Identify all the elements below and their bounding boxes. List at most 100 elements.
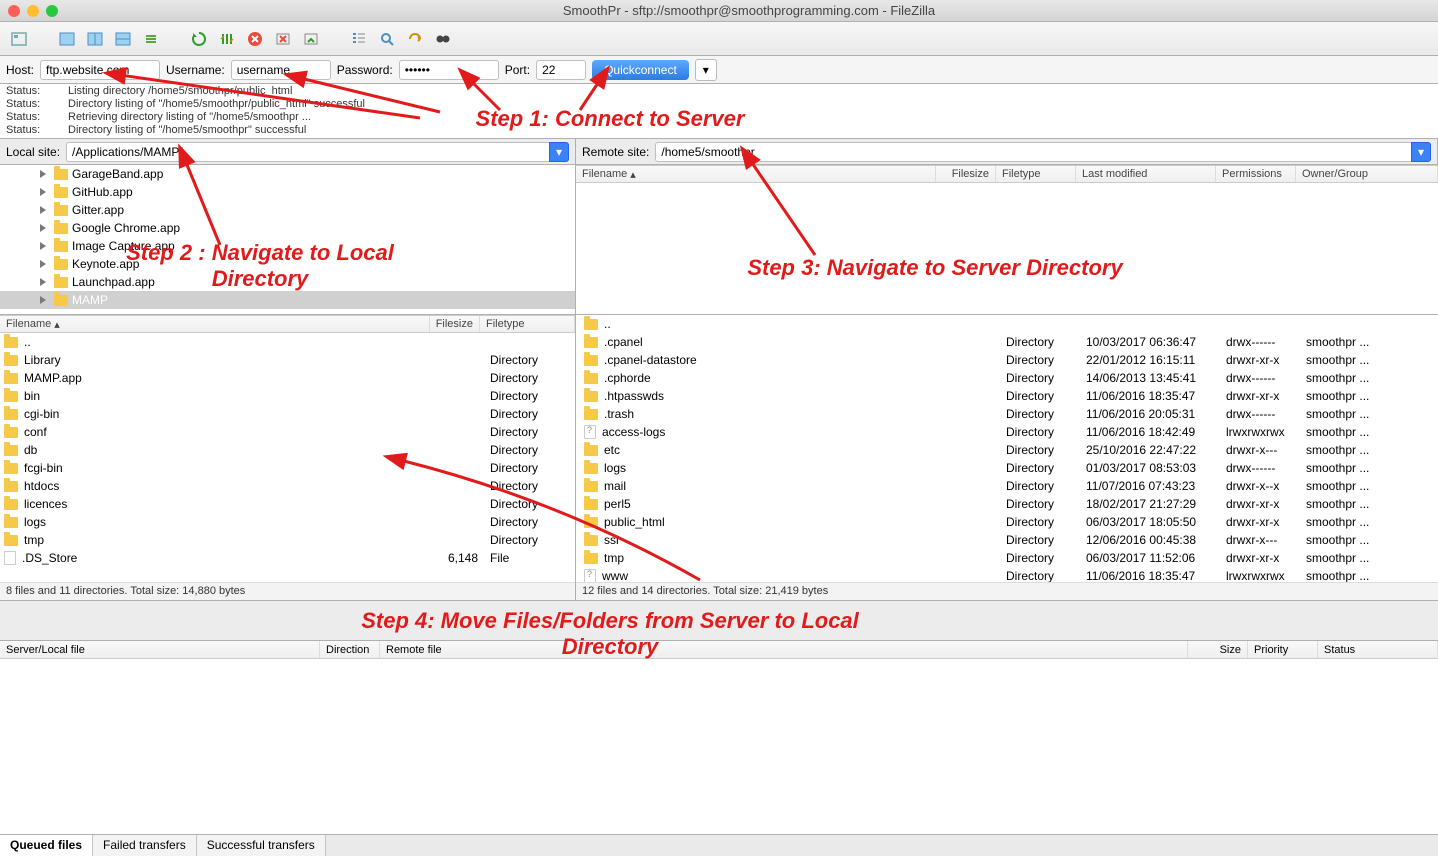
col-modified[interactable]: Last modified xyxy=(1076,166,1216,182)
port-input[interactable] xyxy=(536,60,586,80)
file-row[interactable]: perl5Directory18/02/2017 21:27:29drwxr-x… xyxy=(576,495,1438,513)
local-tree[interactable]: GarageBand.appGitHub.appGitter.appGoogle… xyxy=(0,165,576,314)
cancel-icon[interactable] xyxy=(242,26,268,52)
disclosure-icon[interactable] xyxy=(40,260,46,268)
col-filename[interactable]: Filename ▴ xyxy=(0,316,430,332)
file-row[interactable]: cgi-binDirectory xyxy=(0,405,575,423)
col-filesize[interactable]: Filesize xyxy=(430,316,480,332)
disclosure-icon[interactable] xyxy=(40,170,46,178)
zoom-window-button[interactable] xyxy=(46,5,58,17)
quickconnect-button[interactable]: Quickconnect xyxy=(592,60,689,80)
message-log[interactable]: Status:Listing directory /home5/smoothpr… xyxy=(0,84,1438,139)
disclosure-icon[interactable] xyxy=(40,296,46,304)
remote-site-input[interactable] xyxy=(655,142,1411,162)
col-server-file[interactable]: Server/Local file xyxy=(0,641,320,658)
toggle-local-tree-icon[interactable] xyxy=(82,26,108,52)
disclosure-icon[interactable] xyxy=(40,188,46,196)
tab-successful-transfers[interactable]: Successful transfers xyxy=(197,835,326,856)
toggle-remote-tree-icon[interactable] xyxy=(110,26,136,52)
tree-node[interactable]: Google Chrome.app xyxy=(0,219,575,237)
tab-queued-files[interactable]: Queued files xyxy=(0,835,93,856)
col-size[interactable]: Size xyxy=(1188,641,1248,658)
col-filetype[interactable]: Filetype xyxy=(480,316,575,332)
host-input[interactable] xyxy=(40,60,160,80)
file-row[interactable]: .. xyxy=(576,315,1438,333)
col-permissions[interactable]: Permissions xyxy=(1216,166,1296,182)
file-row[interactable]: fcgi-binDirectory xyxy=(0,459,575,477)
local-site-input[interactable] xyxy=(66,142,549,162)
dropdown-icon[interactable]: ▾ xyxy=(1411,142,1431,162)
reconnect-icon[interactable] xyxy=(298,26,324,52)
tree-node[interactable]: Keynote.app xyxy=(0,255,575,273)
col-priority[interactable]: Priority xyxy=(1248,641,1318,658)
file-row[interactable]: .DS_Store6,148File xyxy=(0,549,575,567)
process-queue-icon[interactable] xyxy=(214,26,240,52)
file-row[interactable]: .cpanel-datastoreDirectory22/01/2012 16:… xyxy=(576,351,1438,369)
disclosure-icon[interactable] xyxy=(40,278,46,286)
tree-node[interactable]: Gitter.app xyxy=(0,201,575,219)
tree-node[interactable]: MAMP xyxy=(0,291,575,309)
toggle-queue-icon[interactable] xyxy=(138,26,164,52)
remote-tree[interactable]: Filename ▴ Filesize Filetype Last modifi… xyxy=(576,165,1438,314)
local-file-list[interactable]: ..LibraryDirectoryMAMP.appDirectorybinDi… xyxy=(0,333,575,582)
password-input[interactable] xyxy=(399,60,499,80)
col-status[interactable]: Status xyxy=(1318,641,1438,658)
file-row[interactable]: dbDirectory xyxy=(0,441,575,459)
file-perm: drwxr-xr-x xyxy=(1220,353,1300,367)
file-row[interactable]: logsDirectory01/03/2017 08:53:03drwx----… xyxy=(576,459,1438,477)
queue-body[interactable] xyxy=(0,659,1438,834)
disclosure-icon[interactable] xyxy=(40,224,46,232)
file-row[interactable]: confDirectory xyxy=(0,423,575,441)
col-direction[interactable]: Direction xyxy=(320,641,380,658)
tab-failed-transfers[interactable]: Failed transfers xyxy=(93,835,197,856)
disconnect-icon[interactable] xyxy=(270,26,296,52)
log-msg: Directory listing of "/home5/smoothpr" s… xyxy=(68,124,306,137)
tree-node[interactable]: Launchpad.app xyxy=(0,273,575,291)
folder-icon xyxy=(54,205,68,216)
file-row[interactable]: wwwDirectory11/06/2016 18:35:47lrwxrwxrw… xyxy=(576,567,1438,582)
file-row[interactable]: MAMP.appDirectory xyxy=(0,369,575,387)
col-filetype[interactable]: Filetype xyxy=(996,166,1076,182)
file-row[interactable]: .cphordeDirectory14/06/2013 13:45:41drwx… xyxy=(576,369,1438,387)
tree-node[interactable]: GarageBand.app xyxy=(0,165,575,183)
file-row[interactable]: logsDirectory xyxy=(0,513,575,531)
col-filename[interactable]: Filename ▴ xyxy=(576,166,936,182)
file-row[interactable]: LibraryDirectory xyxy=(0,351,575,369)
file-row[interactable]: public_htmlDirectory06/03/2017 18:05:50d… xyxy=(576,513,1438,531)
file-row[interactable]: tmpDirectory xyxy=(0,531,575,549)
disclosure-icon[interactable] xyxy=(40,206,46,214)
col-owner[interactable]: Owner/Group xyxy=(1296,166,1438,182)
remote-file-list[interactable]: ...cpanelDirectory10/03/2017 06:36:47drw… xyxy=(576,315,1438,582)
file-row[interactable]: .. xyxy=(0,333,575,351)
toggle-log-icon[interactable] xyxy=(54,26,80,52)
refresh-icon[interactable] xyxy=(186,26,212,52)
file-row[interactable]: .trashDirectory11/06/2016 20:05:31drwx--… xyxy=(576,405,1438,423)
disclosure-icon[interactable] xyxy=(40,242,46,250)
col-remote-file[interactable]: Remote file xyxy=(380,641,1188,658)
compare-icon[interactable] xyxy=(402,26,428,52)
filter-icon[interactable] xyxy=(346,26,372,52)
site-manager-icon[interactable] xyxy=(6,26,32,52)
file-row[interactable]: tmpDirectory06/03/2017 11:52:06drwxr-xr-… xyxy=(576,549,1438,567)
file-row[interactable]: .htpasswdsDirectory11/06/2016 18:35:47dr… xyxy=(576,387,1438,405)
col-filesize[interactable]: Filesize xyxy=(936,166,996,182)
file-row[interactable]: etcDirectory25/10/2016 22:47:22drwxr-x--… xyxy=(576,441,1438,459)
dropdown-icon[interactable]: ▾ xyxy=(549,142,569,162)
quickconnect-dropdown-icon[interactable]: ▾ xyxy=(695,59,717,81)
file-row[interactable]: licencesDirectory xyxy=(0,495,575,513)
file-type: Directory xyxy=(484,497,575,511)
search-icon[interactable] xyxy=(374,26,400,52)
file-row[interactable]: htdocsDirectory xyxy=(0,477,575,495)
minimize-window-button[interactable] xyxy=(27,5,39,17)
file-row[interactable]: mailDirectory11/07/2016 07:43:23drwxr-x-… xyxy=(576,477,1438,495)
file-row[interactable]: .cpanelDirectory10/03/2017 06:36:47drwx-… xyxy=(576,333,1438,351)
file-row[interactable]: binDirectory xyxy=(0,387,575,405)
file-row[interactable]: access-logsDirectory11/06/2016 18:42:49l… xyxy=(576,423,1438,441)
file-row[interactable]: sslDirectory12/06/2016 00:45:38drwxr-x--… xyxy=(576,531,1438,549)
tree-node[interactable]: Image Capture.app xyxy=(0,237,575,255)
close-window-button[interactable] xyxy=(8,5,20,17)
tree-node[interactable]: GitHub.app xyxy=(0,183,575,201)
username-input[interactable] xyxy=(231,60,331,80)
file-type: Directory xyxy=(484,479,575,493)
sync-browse-icon[interactable] xyxy=(430,26,456,52)
